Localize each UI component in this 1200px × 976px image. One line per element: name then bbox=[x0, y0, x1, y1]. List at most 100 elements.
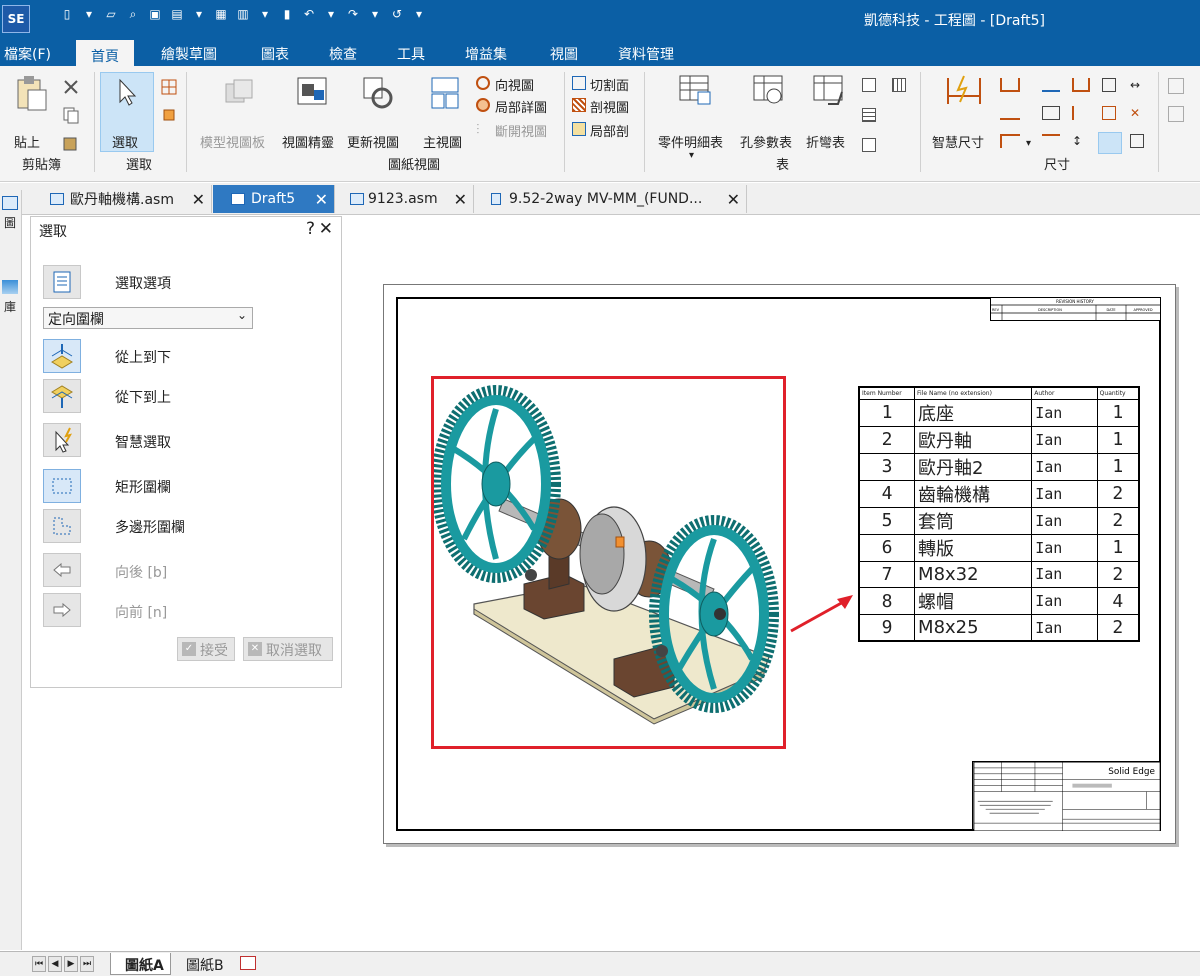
dropdown-icon[interactable]: ▾ bbox=[258, 6, 272, 22]
rect-fence-button[interactable] bbox=[43, 469, 81, 503]
dimension-spread-icon[interactable]: ↔ bbox=[1130, 78, 1140, 92]
repeat-icon[interactable]: ↺ bbox=[390, 6, 404, 22]
open-icon[interactable]: ▱ bbox=[104, 6, 118, 22]
table-row[interactable]: 3 歐丹軸2 Ian 1 bbox=[858, 452, 1140, 481]
table-columns-icon[interactable] bbox=[892, 78, 906, 92]
broken-view-button[interactable]: 斷開視圖 bbox=[495, 121, 547, 140]
title-block[interactable]: Solid Edge bbox=[972, 761, 1161, 831]
save-as-icon[interactable]: ▤ bbox=[170, 6, 184, 22]
forward-button[interactable] bbox=[43, 593, 81, 627]
menu-file[interactable]: 檔案(F) bbox=[4, 44, 51, 64]
sheet-tab-a[interactable]: 圖紙A bbox=[110, 953, 171, 975]
close-icon[interactable]: ✕ bbox=[319, 219, 333, 239]
close-icon[interactable]: ✕ bbox=[454, 190, 467, 209]
table-properties-icon[interactable] bbox=[862, 138, 876, 152]
hole-table-icon[interactable] bbox=[752, 74, 788, 108]
new-sheet-icon[interactable] bbox=[240, 956, 256, 970]
table-small-icon[interactable] bbox=[862, 78, 876, 92]
dropdown-icon[interactable]: ▾ bbox=[82, 6, 96, 22]
paste-icon[interactable] bbox=[14, 74, 48, 112]
print-icon[interactable]: ▦ bbox=[214, 6, 228, 22]
coordinate-dimension-icon[interactable] bbox=[1000, 134, 1020, 148]
poly-fence-label[interactable]: 多邊形圍欄 bbox=[115, 517, 185, 537]
tab-view[interactable]: 視圖 bbox=[550, 44, 578, 64]
detail-view-button[interactable]: 局部詳圖 bbox=[495, 97, 547, 116]
select-options-label[interactable]: 選取選項 bbox=[115, 273, 171, 293]
poly-fence-button[interactable] bbox=[43, 509, 81, 543]
cut-icon[interactable] bbox=[62, 78, 80, 96]
parts-list-icon[interactable] bbox=[678, 74, 714, 108]
accept-button[interactable]: ✓ 接受 bbox=[177, 637, 235, 661]
symmetric-dimension-icon[interactable] bbox=[1042, 78, 1060, 92]
bottom-up-label[interactable]: 從下到上 bbox=[115, 387, 171, 407]
dimension-arrows-icon[interactable]: ↕ bbox=[1072, 134, 1082, 148]
tab-annotation[interactable]: 圖表 bbox=[261, 44, 289, 64]
model-view-board-button[interactable]: 模型視圖板 bbox=[200, 132, 265, 151]
parts-list-table[interactable]: Item Number File Name (no extension) Aut… bbox=[858, 386, 1140, 643]
extra-tool-icon[interactable] bbox=[1168, 106, 1184, 122]
table-row[interactable]: 7 M8x32 Ian 2 bbox=[858, 560, 1140, 589]
section-view-button[interactable]: 剖視圖 bbox=[590, 97, 629, 116]
table-row[interactable]: 4 齒輪機構 Ian 2 bbox=[858, 479, 1140, 508]
table-row[interactable]: 9 M8x25 Ian 2 bbox=[858, 614, 1140, 642]
tab-home[interactable]: 首頁 bbox=[76, 40, 134, 66]
close-icon[interactable]: ✕ bbox=[192, 190, 205, 209]
principal-view-icon[interactable] bbox=[430, 76, 460, 110]
table-row[interactable]: 1 底座 Ian 1 bbox=[858, 398, 1140, 427]
broken-view-icon[interactable]: ⫶ bbox=[476, 122, 480, 138]
angle-dimension-icon[interactable] bbox=[1000, 106, 1020, 120]
back-label[interactable]: 向後 [b] bbox=[115, 562, 167, 582]
dimension-stack-icon[interactable] bbox=[1102, 106, 1116, 120]
tab-addins[interactable]: 增益集 bbox=[465, 44, 507, 64]
table-grid-icon[interactable] bbox=[862, 108, 876, 122]
back-button[interactable] bbox=[43, 553, 81, 587]
first-sheet-icon[interactable]: ⏮ bbox=[32, 956, 46, 972]
undo-icon[interactable]: ↶ bbox=[302, 6, 316, 22]
smart-dimension-icon[interactable] bbox=[944, 74, 984, 108]
detail-view-icon[interactable] bbox=[476, 98, 490, 112]
close-icon[interactable]: ✕ bbox=[315, 190, 328, 209]
view-wizard-icon[interactable] bbox=[296, 76, 330, 110]
copy-icon[interactable] bbox=[62, 106, 80, 124]
tab-document-asm3[interactable]: 9.52-2way MV-MM_(FUND... ✕ bbox=[475, 185, 747, 213]
rect-fence-label[interactable]: 矩形圍欄 bbox=[115, 477, 171, 497]
revision-history-table[interactable]: REVISION HISTORY REV DESCRIPTION DATE AP… bbox=[990, 297, 1161, 321]
new-icon[interactable]: ▯ bbox=[60, 6, 74, 22]
redo-icon[interactable]: ↷ bbox=[346, 6, 360, 22]
customize-icon[interactable]: ▾ bbox=[412, 6, 426, 22]
select-tool-icon[interactable] bbox=[160, 78, 178, 96]
cutting-plane-icon[interactable] bbox=[572, 76, 586, 90]
parts-list-button[interactable]: 零件明細表 bbox=[658, 132, 723, 151]
last-sheet-icon[interactable]: ⏭ bbox=[80, 956, 94, 972]
help-icon[interactable]: ? bbox=[306, 219, 315, 239]
dock-label-top[interactable]: 圖 bbox=[4, 214, 16, 231]
table-row[interactable]: 5 套筒 Ian 2 bbox=[858, 506, 1140, 535]
smart-select-label[interactable]: 智慧選取 bbox=[115, 432, 171, 452]
top-down-button[interactable] bbox=[43, 339, 81, 373]
tab-document-draft5[interactable]: Draft5 ✕ bbox=[213, 185, 335, 213]
update-view-button[interactable]: 更新視圖 bbox=[347, 132, 399, 151]
forward-label[interactable]: 向前 [n] bbox=[115, 602, 167, 622]
bottom-up-button[interactable] bbox=[43, 379, 81, 413]
top-down-label[interactable]: 從上到下 bbox=[115, 347, 171, 367]
broken-out-icon[interactable] bbox=[572, 122, 586, 136]
tab-sketch[interactable]: 繪製草圖 bbox=[161, 44, 217, 64]
drawing-sheet[interactable]: REVISION HISTORY REV DESCRIPTION DATE AP… bbox=[383, 284, 1176, 844]
tab-inspect[interactable]: 檢查 bbox=[329, 44, 357, 64]
view-wizard-button[interactable]: 視圖精靈 bbox=[282, 132, 334, 151]
dropdown-icon[interactable]: ▾ bbox=[368, 6, 382, 22]
tab-data-management[interactable]: 資料管理 bbox=[618, 44, 674, 64]
select-options-button[interactable] bbox=[43, 265, 81, 299]
deselect-button[interactable]: ✕ 取消選取 bbox=[243, 637, 333, 661]
bend-table-icon[interactable] bbox=[812, 74, 848, 108]
dock-label-bottom[interactable]: 庫 bbox=[4, 298, 16, 315]
cutting-plane-button[interactable]: 切割面 bbox=[590, 75, 629, 94]
smart-select-button[interactable] bbox=[43, 423, 81, 457]
sheet-tab-b[interactable]: 圖紙B bbox=[172, 953, 230, 975]
chamfer-dimension-icon[interactable] bbox=[1072, 78, 1090, 92]
select-arrow-icon[interactable] bbox=[116, 78, 138, 108]
paste-button[interactable]: 貼上 bbox=[14, 132, 40, 151]
next-sheet-icon[interactable]: ▶ bbox=[64, 956, 78, 972]
hole-table-button[interactable]: 孔參數表 bbox=[740, 132, 792, 151]
app-logo[interactable]: SE bbox=[2, 5, 30, 33]
